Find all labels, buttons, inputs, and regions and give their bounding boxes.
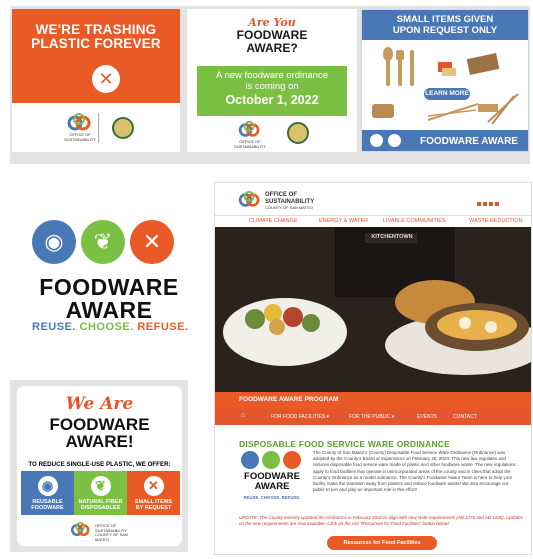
subnav-events[interactable]: EVENTS	[417, 414, 437, 420]
small-items-header: SMALL ITEMS GIVEN UPON REQUEST ONLY	[362, 10, 528, 40]
site-office-name: OFFICE OF SUSTAINABILITY COUNTY OF SAN M…	[265, 192, 314, 212]
office-text: OFFICE OF SUSTAINABILITY COUNTY OF SAN M…	[95, 523, 135, 542]
office-text: OFFICE OF SUSTAINABILITY	[234, 139, 266, 149]
sustainability-logo: OFFICE OF SUSTAINABILITY	[64, 113, 96, 141]
tile-reusable: ◉ REUSABLE FOODWARE	[21, 471, 74, 515]
website-screenshot: OFFICE OF SUSTAINABILITY COUNTY OF SAN M…	[214, 182, 532, 555]
we-are-foodware-aware-flyer: We Are FOODWARE AWARE! TO REDUCE SINGLE-…	[17, 386, 182, 546]
youtube-icon[interactable]	[495, 202, 499, 206]
website-logo-text: FOODWARE AWARE	[239, 472, 305, 492]
announce-date: October 1, 2022	[225, 93, 319, 107]
sustainability-logo	[69, 522, 93, 543]
we-are-text: We Are	[65, 394, 134, 414]
nav-waste-reduction[interactable]: WASTE REDUCTION	[469, 218, 523, 224]
flyer-aware: AWARE!	[65, 432, 134, 451]
resources-button[interactable]: Resources for Food Facilities	[327, 536, 437, 550]
tile-natural-fiber: ❦ NATURAL FIBER DISPOSABLES	[74, 471, 127, 515]
fork-knife-icon: ✕	[130, 220, 174, 264]
hero-image: KITCHENTOWN	[215, 227, 531, 392]
nav-divider	[215, 215, 531, 216]
tile-small-items: ✕ SMALL ITEMS BY REQUEST	[127, 471, 180, 515]
announce-line2: is coming on	[245, 81, 299, 92]
tile-label-3b: BY REQUEST	[135, 505, 172, 511]
cup-icon	[370, 134, 383, 147]
office-text: OFFICE OF SUSTAINABILITY	[64, 132, 96, 142]
small-items-line1: SMALL ITEMS GIVEN	[396, 14, 494, 25]
website-logo-l2: AWARE	[254, 481, 290, 492]
tile-label-2b: DISPOSABLES	[80, 505, 121, 511]
website-foodware-logo: FOODWARE AWARE REUSE. CHOOSE. REFUSE.	[239, 451, 311, 509]
ordinance-update: UPDATE: The County recently updated the …	[239, 515, 523, 526]
social-icons[interactable]	[477, 193, 525, 206]
announce-line1: A new foodware ordinance	[216, 70, 328, 81]
ordinance-date-card: Are You FOODWARE AWARE? A new foodware o…	[187, 9, 357, 152]
flyer-foodware: FOODWARE	[49, 415, 150, 434]
facebook-icon[interactable]	[477, 202, 481, 206]
cup-icon: ◉	[37, 476, 58, 496]
ordinance-title: DISPOSABLE FOOD SERVICE WARE ORDINANCE	[239, 439, 450, 449]
divider	[98, 113, 99, 143]
office-line3: COUNTY OF SAN MATEO	[95, 532, 128, 542]
flyer-title: FOODWARE AWARE!	[17, 416, 182, 450]
logo-line2: AWARE	[65, 297, 153, 323]
tag-choose: CHOOSE.	[79, 321, 134, 333]
county-seal-icon	[287, 122, 309, 144]
card1-title-line1: WE'RE TRASHING	[35, 22, 157, 37]
nav-climate-change[interactable]: CLIMATE CHANGE	[249, 218, 298, 224]
card2-heading: Are You FOODWARE AWARE?	[187, 16, 357, 55]
home-icon[interactable]: ⌂	[241, 412, 249, 420]
site-office-l3: COUNTY OF SAN MATEO	[265, 205, 313, 210]
foodware-aware-footer-text: FOODWARE AWARE	[420, 136, 518, 147]
reduce-plastic-text: TO REDUCE SINGLE-USE PLASTIC, WE OFFER:	[28, 461, 171, 468]
subnav-food-facilities[interactable]: FOR FOOD FACILITIES ▾	[271, 414, 329, 420]
twitter-icon[interactable]	[483, 202, 487, 206]
tile-label-1b: FOODWARE	[31, 505, 64, 511]
subnav-contact[interactable]: CONTACT	[453, 414, 477, 420]
county-seal-icon	[112, 117, 134, 139]
foodware-aware-logo-text: FOODWARE AWARE	[24, 276, 194, 322]
aware-text: AWARE?	[246, 41, 298, 55]
logo-line1: FOODWARE	[39, 274, 179, 300]
ordinance-body: The County of San Mateo's (County) Dispo…	[313, 450, 516, 493]
utensils-illustration	[372, 47, 519, 125]
leaf-icon: ❦	[90, 476, 111, 496]
fork-knife-icon: ✕	[143, 476, 164, 496]
instagram-icon[interactable]	[489, 202, 493, 206]
leaf-icon	[388, 134, 402, 147]
cup-icon	[241, 451, 259, 469]
nav-livable-communities[interactable]: LIVABLE COMMUNITIES	[383, 218, 446, 224]
program-title: FOODWARE AWARE PROGRAM	[239, 396, 339, 403]
small-items-card: SMALL ITEMS GIVEN UPON REQUEST ONLY LEAR…	[361, 9, 529, 152]
leaf-icon	[262, 451, 280, 469]
fork-knife-icon: ✕	[92, 65, 120, 93]
learn-more-button[interactable]: LEARN MORE	[424, 88, 470, 100]
green-announcement: A new foodware ordinance is coming on Oc…	[197, 66, 347, 116]
food-photo	[215, 227, 531, 392]
subnav-public[interactable]: FOR THE PUBLIC ▾	[349, 414, 394, 420]
nav-energy-water[interactable]: ENERGY & WATER	[319, 218, 368, 224]
trashing-plastic-card: WE'RE TRASHING PLASTIC FOREVER ✕ OFFICE …	[12, 9, 180, 152]
tag-refuse: REFUSE.	[137, 321, 189, 333]
leaf-icon: ❦	[81, 220, 125, 264]
logo-tagline: REUSE. CHOOSE. REFUSE.	[32, 321, 189, 333]
site-logo[interactable]	[237, 191, 263, 214]
small-items-line2: UPON REQUEST ONLY	[392, 25, 498, 36]
reuse-cup-icon: ◉	[32, 220, 76, 264]
footer-icons	[370, 134, 416, 148]
website-logo-tag: REUSE. CHOOSE. REFUSE.	[243, 495, 301, 500]
fork-knife-icon	[283, 451, 301, 469]
card1-title: WE'RE TRASHING PLASTIC FOREVER	[12, 23, 180, 51]
tag-reuse: REUSE.	[32, 321, 76, 333]
hero-sign-text: KITCHENTOWN	[371, 234, 413, 240]
card1-title-line2: PLASTIC FOREVER	[31, 36, 161, 51]
